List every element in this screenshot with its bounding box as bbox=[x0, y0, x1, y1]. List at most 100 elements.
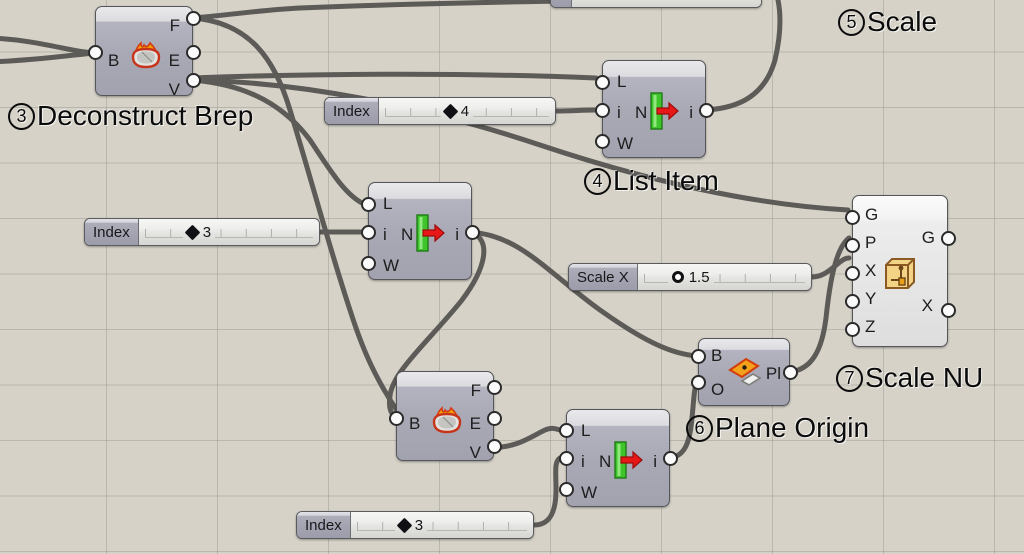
slider-scale-x-handle[interactable] bbox=[671, 271, 684, 283]
port-label-b: B bbox=[409, 414, 421, 433]
grip-scalenu-in-g[interactable] bbox=[845, 210, 860, 225]
slider-index-mid-label: Index bbox=[85, 219, 139, 245]
slider-index-top-value: 4 bbox=[460, 102, 470, 120]
port-label-f: F bbox=[470, 381, 481, 400]
grip-listitem-mid-in-l[interactable] bbox=[361, 197, 376, 212]
grip-listitem-mid-out-i[interactable] bbox=[465, 225, 480, 240]
node-plane-origin[interactable]: B O Pl bbox=[698, 338, 790, 406]
scale-nu-box-icon bbox=[885, 258, 915, 289]
grip-listitem-bottom-in-l[interactable] bbox=[559, 423, 574, 438]
port-label-y: Y bbox=[865, 289, 877, 308]
annotation-plane-origin: 6 Plane Origin bbox=[686, 412, 869, 444]
grip-listitem-bottom-in-w[interactable] bbox=[559, 482, 574, 497]
list-item-arrow-icon bbox=[416, 214, 445, 252]
port-label-f: F bbox=[169, 16, 180, 35]
grip-planeorigin-in-b[interactable] bbox=[691, 349, 706, 364]
port-label-e: E bbox=[469, 414, 481, 433]
slider-partial-top-label bbox=[551, 0, 573, 7]
slider-scale-x-track[interactable]: 1.5 bbox=[637, 264, 811, 290]
brep-flame-icon bbox=[432, 406, 462, 434]
slider-scale-x-value: 1.5 bbox=[688, 268, 710, 286]
port-label-i-in: i bbox=[581, 452, 585, 471]
slider-index-top[interactable]: Index 4 bbox=[324, 97, 556, 125]
port-label-i-in: i bbox=[383, 225, 387, 244]
grip-planeorigin-out-pl[interactable] bbox=[783, 365, 798, 380]
slider-index-mid-handle[interactable] bbox=[184, 224, 200, 240]
port-label-b: B bbox=[108, 51, 120, 70]
port-label-p: P bbox=[865, 233, 877, 252]
port-label-n: N bbox=[599, 452, 612, 471]
wire-listitem-mid-to-planeorigin-b bbox=[468, 229, 700, 359]
port-label-w: W bbox=[581, 483, 598, 502]
plane-origin-icon bbox=[728, 357, 762, 386]
slider-index-bottom-value-group[interactable]: 3 bbox=[394, 512, 428, 538]
grip-listitem-top-out-i[interactable] bbox=[699, 103, 714, 118]
slider-scale-x-value-group[interactable]: 1.5 bbox=[667, 264, 714, 290]
port-label-n: N bbox=[401, 225, 414, 244]
slider-scale-x[interactable]: Scale X 1.5 bbox=[568, 263, 812, 291]
grip-brep-top-out-e[interactable] bbox=[186, 45, 201, 60]
grip-brep-top-in-b[interactable] bbox=[88, 45, 103, 60]
annotation-number-6: 6 bbox=[686, 414, 713, 442]
grip-listitem-mid-in-w[interactable] bbox=[361, 256, 376, 271]
annotation-text-5: Scale bbox=[867, 6, 938, 37]
node-deconstruct-brep-bottom[interactable]: B F E V bbox=[396, 371, 494, 461]
port-label-x-out: X bbox=[921, 296, 933, 315]
grip-listitem-top-in-l[interactable] bbox=[595, 75, 610, 90]
slider-index-top-handle[interactable] bbox=[442, 103, 458, 119]
node-scale-nu[interactable]: G P X Y Z G X bbox=[852, 195, 948, 347]
annotation-text-4: List Item bbox=[613, 165, 719, 196]
node-list-item-bottom[interactable]: L i W i N bbox=[566, 409, 670, 507]
grip-scalenu-out-x[interactable] bbox=[941, 303, 956, 318]
slider-index-bottom[interactable]: Index 3 bbox=[296, 511, 534, 539]
slider-index-top-label: Index bbox=[325, 98, 379, 124]
wire-to-listitem-top-l bbox=[189, 71, 599, 81]
port-label-w: W bbox=[617, 134, 634, 153]
grip-listitem-mid-in-i[interactable] bbox=[361, 225, 376, 240]
grip-scalenu-in-x[interactable] bbox=[845, 266, 860, 281]
slider-index-mid-value: 3 bbox=[202, 223, 212, 241]
port-label-i-in: i bbox=[617, 103, 621, 122]
slider-index-bottom-track[interactable]: 3 bbox=[350, 512, 533, 538]
port-label-n: N bbox=[635, 103, 648, 122]
slider-index-mid-track[interactable]: 3 bbox=[138, 219, 319, 245]
grip-listitem-top-in-w[interactable] bbox=[595, 134, 610, 149]
grip-planeorigin-in-o[interactable] bbox=[691, 375, 706, 390]
wire-listitem-top-out bbox=[703, 0, 783, 113]
grip-brep-bottom-out-v[interactable] bbox=[487, 439, 502, 454]
slider-partial-top[interactable] bbox=[550, 0, 762, 8]
node-deconstruct-brep-top[interactable]: B F E V bbox=[95, 6, 193, 98]
slider-index-top-value-group[interactable]: 4 bbox=[440, 98, 474, 124]
slider-partial-top-track[interactable] bbox=[572, 0, 761, 7]
brep-flame-icon bbox=[131, 41, 161, 69]
grip-brep-top-out-f[interactable] bbox=[186, 11, 201, 26]
slider-index-top-track[interactable]: 4 bbox=[378, 98, 555, 124]
slider-index-bottom-handle[interactable] bbox=[396, 517, 412, 533]
list-item-arrow-icon bbox=[650, 92, 679, 130]
grip-listitem-top-in-i[interactable] bbox=[595, 103, 610, 118]
grip-scalenu-out-g[interactable] bbox=[941, 231, 956, 246]
grip-brep-bottom-out-e[interactable] bbox=[487, 411, 502, 426]
node-list-item-mid[interactable]: L i W i N bbox=[368, 182, 472, 280]
port-label-o: O bbox=[711, 380, 725, 399]
grip-scalenu-in-z[interactable] bbox=[845, 322, 860, 337]
grip-scalenu-in-y[interactable] bbox=[845, 294, 860, 309]
grip-listitem-bottom-in-i[interactable] bbox=[559, 451, 574, 466]
slider-index-bottom-label: Index bbox=[297, 512, 351, 538]
port-label-i-out: i bbox=[653, 452, 657, 471]
grip-scalenu-in-p[interactable] bbox=[845, 238, 860, 253]
wire-index-bottom-to-i bbox=[531, 455, 563, 528]
grip-brep-bottom-in-b[interactable] bbox=[389, 411, 404, 426]
slider-index-mid[interactable]: Index 3 bbox=[84, 218, 320, 246]
grip-brep-top-out-v[interactable] bbox=[186, 73, 201, 88]
slider-index-mid-value-group[interactable]: 3 bbox=[182, 219, 216, 245]
grip-brep-bottom-out-f[interactable] bbox=[487, 380, 502, 395]
port-label-v: V bbox=[469, 443, 481, 462]
list-item-arrow-icon bbox=[614, 441, 643, 479]
port-label-l: L bbox=[383, 194, 393, 213]
annotation-number-7: 7 bbox=[836, 364, 863, 392]
node-list-item-top[interactable]: L i W i N bbox=[602, 60, 706, 158]
port-label-g-out: G bbox=[921, 228, 935, 247]
grip-listitem-bottom-out-i[interactable] bbox=[663, 451, 678, 466]
grasshopper-canvas[interactable]: B F E V 3 Deconstruct Brep Index 4 L i W… bbox=[0, 0, 1024, 554]
